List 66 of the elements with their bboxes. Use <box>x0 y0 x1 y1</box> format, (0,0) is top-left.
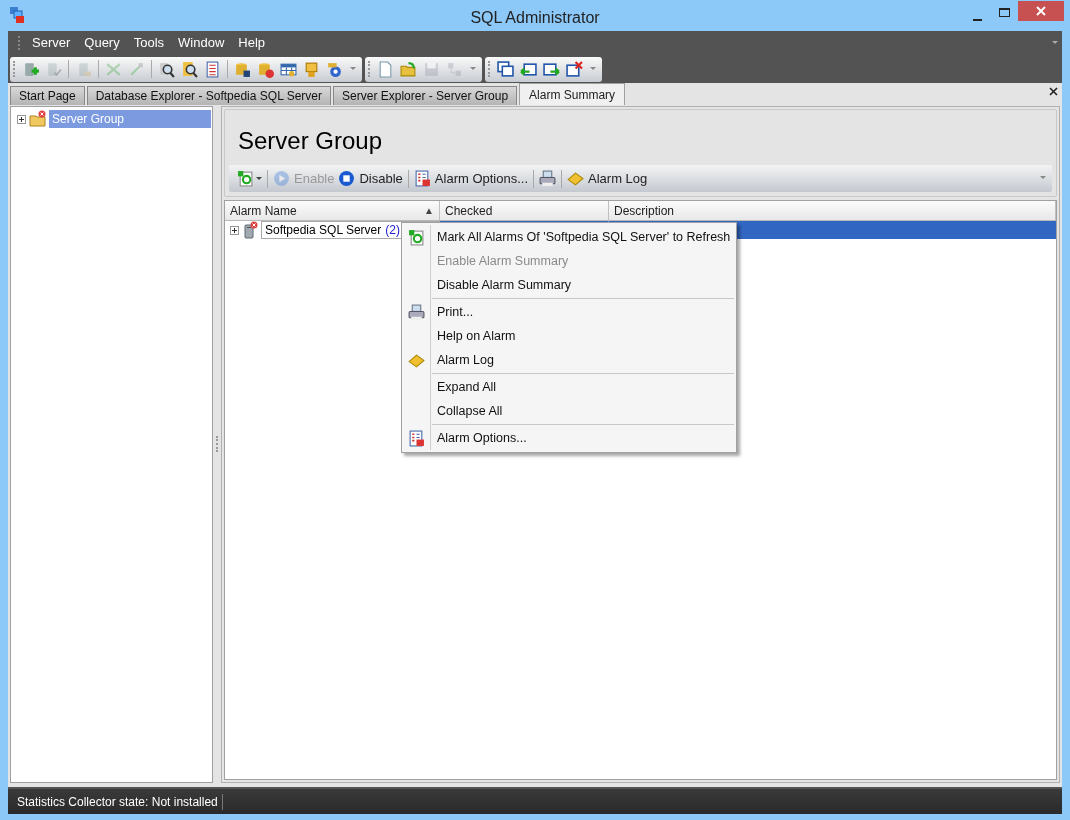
toolbar-button[interactable]: Disable <box>336 167 405 190</box>
refresh-icon <box>237 170 254 187</box>
stop-icon <box>338 170 356 187</box>
gear-icon <box>326 60 343 78</box>
folder-icon <box>29 110 47 128</box>
printer-icon <box>407 303 425 321</box>
status-text: Statistics Collector state: Not installed <box>8 793 223 810</box>
caret-icon <box>350 67 356 71</box>
app-icon <box>10 7 24 23</box>
column-header[interactable]: Checked <box>440 201 609 220</box>
toolbar-button[interactable]: Alarm Options... <box>411 167 531 190</box>
folder-open-icon <box>400 60 417 78</box>
tab[interactable]: Server Explorer - Server Group <box>333 86 518 105</box>
database-check-icon <box>257 60 274 78</box>
server-check-icon <box>45 60 62 78</box>
server-add-icon <box>22 60 39 78</box>
window-title: SQL Administrator <box>469 8 601 28</box>
overflow-arrow-icon[interactable] <box>1040 176 1046 179</box>
menu-item[interactable]: Server <box>25 33 78 53</box>
printer-icon <box>539 170 557 187</box>
toolbar-button[interactable] <box>494 58 517 80</box>
toolbar-button[interactable] <box>563 58 586 80</box>
menu-item[interactable]: Query <box>77 33 127 53</box>
menu-item[interactable]: Alarm Log <box>402 348 736 372</box>
expander-icon[interactable] <box>230 225 239 235</box>
windows-icon <box>497 60 514 78</box>
menu-item[interactable]: Alarm Options... <box>402 426 736 450</box>
toolbar-button[interactable]: Alarm Log <box>565 167 650 190</box>
alarm-options-icon <box>413 170 431 187</box>
column-header[interactable]: Description <box>609 201 1056 220</box>
tab[interactable]: Alarm Summary <box>519 83 626 105</box>
caret-icon <box>470 67 476 71</box>
menu-item[interactable]: Help on Alarm <box>402 324 736 348</box>
network-icon <box>446 60 463 78</box>
menu-item[interactable]: Print... <box>402 300 736 324</box>
play-icon <box>273 170 290 187</box>
database-icon <box>234 60 251 78</box>
list-icon <box>204 60 221 78</box>
magnifier-icon <box>158 60 175 78</box>
menu-item[interactable]: Tools <box>126 33 172 53</box>
caret-icon <box>590 67 596 71</box>
close-icon <box>1036 6 1046 16</box>
menu-item[interactable]: Expand All <box>402 375 736 399</box>
document-icon <box>377 60 394 78</box>
expander-icon[interactable] <box>17 114 26 124</box>
sort-arrow: ▲ <box>424 204 434 218</box>
window-close-icon <box>566 60 583 78</box>
tab[interactable]: Database Explorer - Softpedia SQL Server <box>86 86 332 105</box>
count-label: (2) <box>385 222 400 239</box>
search-icon <box>181 60 198 78</box>
menu-item[interactable]: Collapse All <box>402 399 736 423</box>
overflow-arrow-icon[interactable] <box>1052 41 1058 44</box>
caret-icon <box>256 176 262 181</box>
close-icon[interactable] <box>1049 87 1058 96</box>
close-button[interactable] <box>1018 1 1064 21</box>
menu-item[interactable]: Disable Alarm Summary <box>402 273 736 297</box>
refresh-icon <box>407 228 425 246</box>
save-icon <box>423 60 440 78</box>
panel-title: Server Group <box>237 126 384 156</box>
tab[interactable]: Start Page <box>10 86 85 105</box>
menu-item[interactable]: Help <box>231 33 273 53</box>
menu-item[interactable]: Window <box>171 33 232 53</box>
alarm-options-icon <box>407 429 425 447</box>
window-right-icon <box>543 60 560 78</box>
column-header[interactable]: Alarm Name ▲ <box>225 201 440 220</box>
window-left-icon <box>520 60 537 78</box>
